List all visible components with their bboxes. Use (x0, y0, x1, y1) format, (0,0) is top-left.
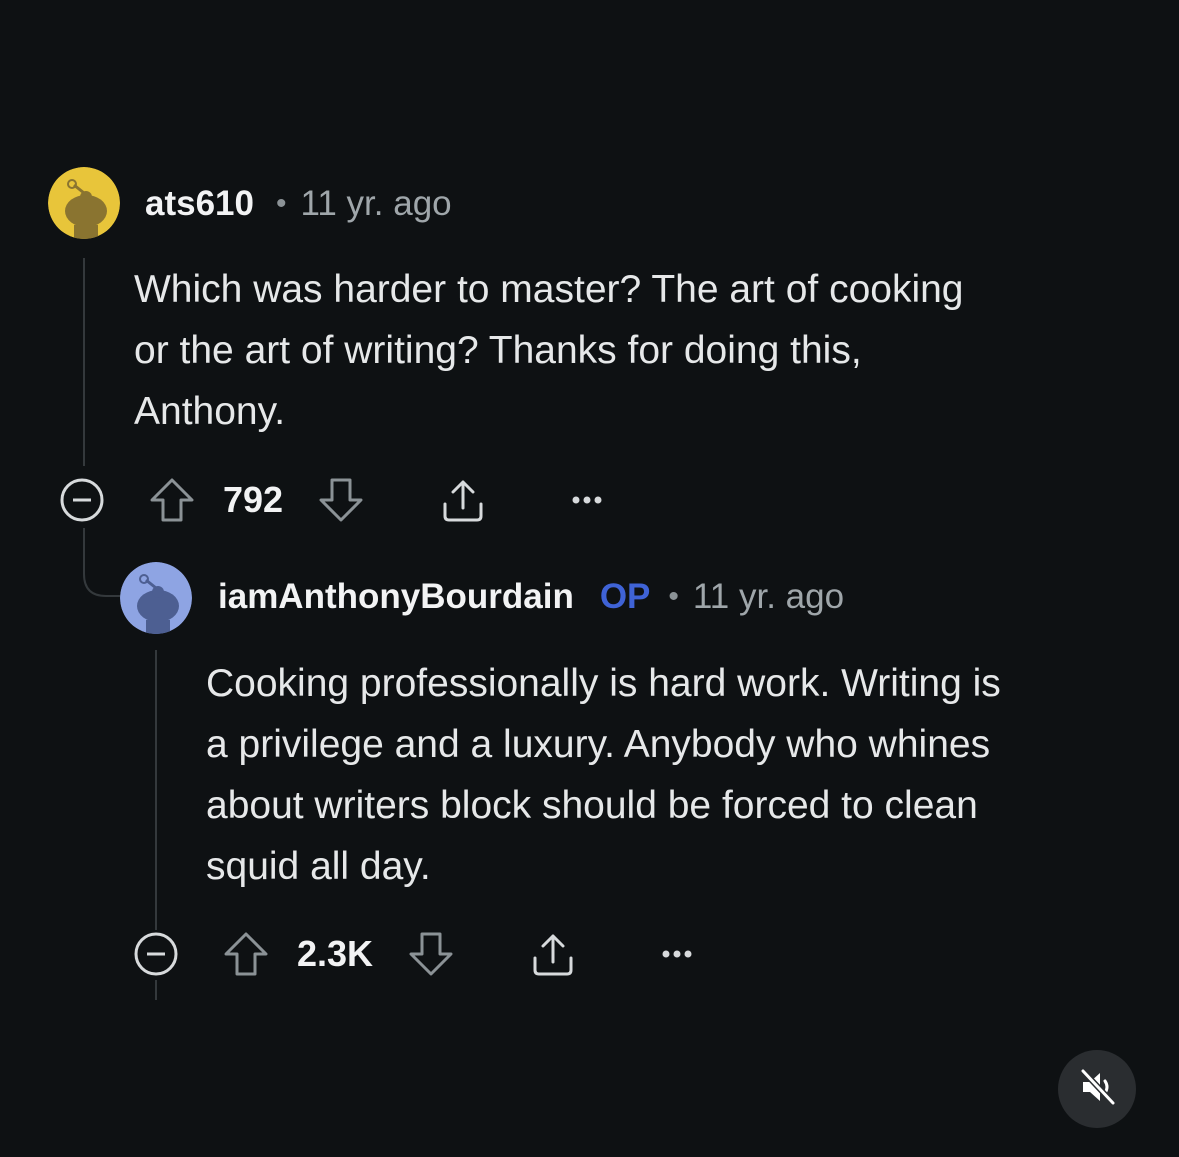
upvote-icon[interactable] (222, 930, 270, 978)
op-badge: OP (599, 577, 651, 616)
mute-button[interactable] (1058, 1050, 1136, 1128)
comment-1-body-line: Anthony. (134, 390, 286, 433)
comment-2-body-line: about writers block should be forced to … (206, 784, 978, 827)
comment-1-body-line: or the art of writing? Thanks for doing … (134, 329, 862, 372)
downvote-icon[interactable] (407, 930, 455, 978)
comment-1-body: Which was harder to master? The art of c… (134, 259, 964, 442)
comment-1-username[interactable]: ats610 (145, 184, 254, 224)
share-icon[interactable] (529, 930, 577, 978)
mute-icon (1077, 1067, 1117, 1112)
comment-1-separator: • (275, 187, 287, 220)
collapse-icon[interactable] (56, 474, 108, 526)
comment-2-meta: iamAnthonyBourdain OP • 11 yr. ago (218, 576, 844, 618)
avatar-iamanthonybourdain[interactable] (120, 562, 192, 634)
comment-2-body-line: squid all day. (206, 845, 431, 888)
comment-2-body-line: Cooking professionally is hard work. Wri… (206, 662, 1001, 705)
comment-1-actions: 792 (56, 470, 607, 530)
thread-line-2 (155, 650, 157, 930)
more-icon[interactable] (567, 490, 607, 510)
thread-connector (83, 560, 122, 597)
comment-2-separator: • (668, 580, 679, 613)
downvote-icon[interactable] (317, 476, 365, 524)
comment-2-username[interactable]: iamAnthonyBourdain (218, 577, 574, 617)
comment-1-time: 11 yr. ago (300, 184, 452, 223)
comment-2-body: Cooking professionally is hard work. Wri… (206, 653, 1001, 897)
comment-2-body-line: a privilege and a luxury. Anybody who wh… (206, 723, 991, 766)
thread-line-1 (83, 258, 85, 466)
more-icon[interactable] (657, 944, 697, 964)
comment-1-body-line: Which was harder to master? The art of c… (134, 268, 964, 311)
upvote-icon[interactable] (148, 476, 196, 524)
comment-1-score: 792 (223, 479, 284, 520)
thread-line-1-lower (83, 528, 85, 563)
comment-2-score: 2.3K (297, 933, 374, 974)
share-icon[interactable] (439, 476, 487, 524)
comment-1-meta: ats610 • 11 yr. ago (145, 183, 452, 225)
comment-2-actions: 2.3K (130, 924, 697, 984)
avatar-ats610[interactable] (48, 167, 120, 239)
collapse-icon[interactable] (130, 928, 182, 980)
comment-2-time: 11 yr. ago (692, 577, 845, 616)
